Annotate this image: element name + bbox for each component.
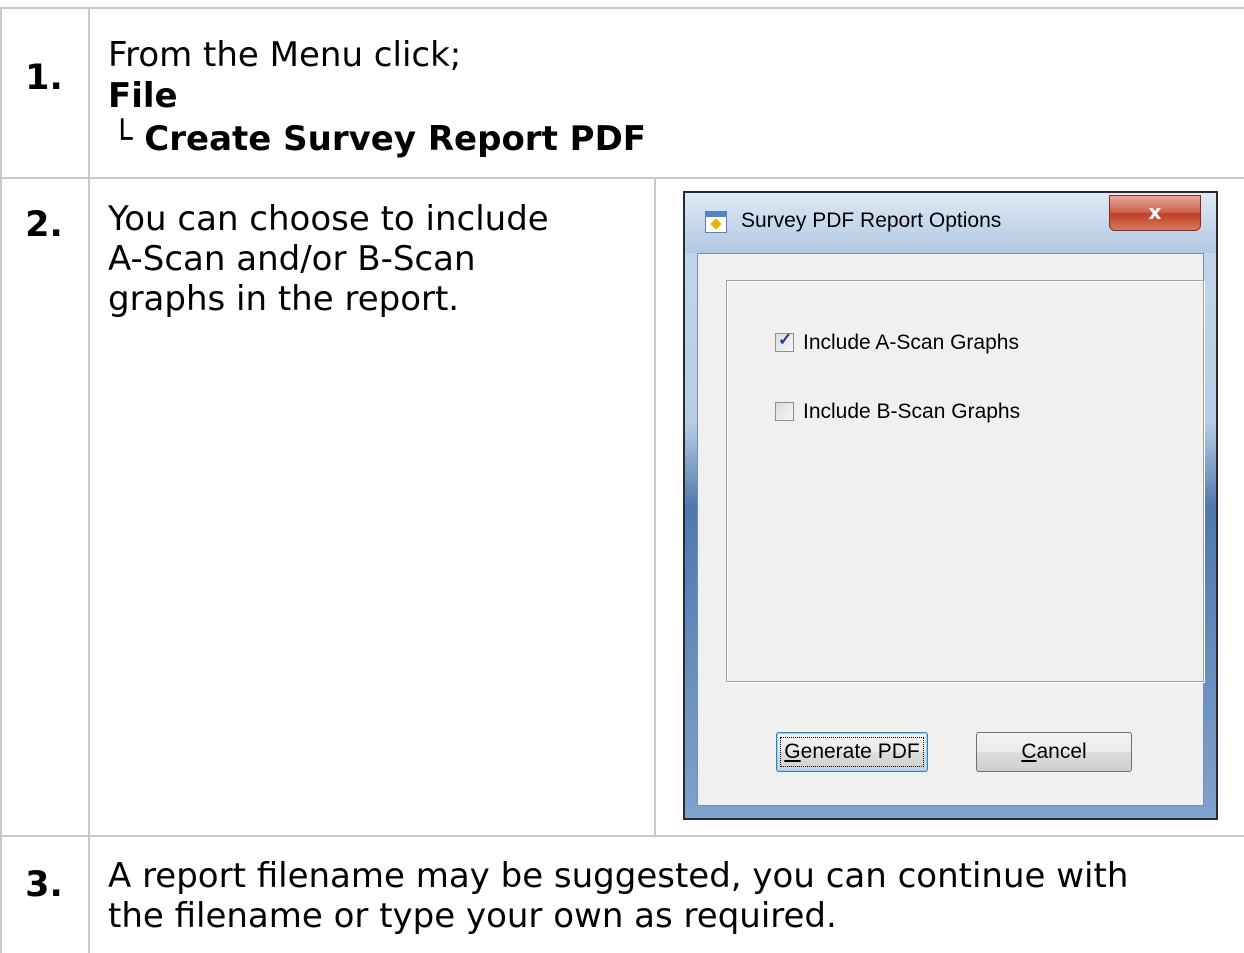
number-column-divider [88,7,90,953]
app-icon [705,211,727,233]
generate-pdf-button[interactable]: Generate PDF [776,732,928,772]
include-a-scan-label: Include A-Scan Graphs [803,331,1019,354]
step-2-number: 2. [25,205,63,245]
survey-pdf-options-dialog: Survey PDF Report Options x ✓ Include A-S… [683,191,1218,820]
include-b-scan-checkbox[interactable] [775,402,794,421]
generate-label: enerate PDF [800,740,920,763]
include-a-scan-option[interactable]: ✓ Include A-Scan Graphs [775,330,1019,355]
dialog-client-area: ✓ Include A-Scan Graphs Include B-Scan Gr… [697,253,1204,806]
row-divider-1 [0,177,1244,179]
cancel-button[interactable]: Cancel [976,732,1132,772]
step-3-number: 3. [25,865,63,905]
step-2-line-2: A-Scan and/or B-Scan [108,239,476,279]
row-divider-2 [0,835,1244,837]
table-border-top [0,7,1244,9]
frame-right [1204,253,1216,818]
step-1-number: 1. [25,58,63,98]
step-2-line-3: graphs in the report. [108,279,460,319]
dialog-title: Survey PDF Report Options [741,209,1002,232]
checkmark-icon: ✓ [778,330,793,349]
close-button[interactable]: x [1109,195,1201,231]
include-b-scan-label: Include B-Scan Graphs [803,400,1021,423]
include-a-scan-checkbox[interactable]: ✓ [775,330,794,352]
include-b-scan-option[interactable]: Include B-Scan Graphs [775,400,1020,424]
table-border-left [0,7,2,953]
step-1-text: From the Menu click; [108,35,462,75]
dialog-frame: Survey PDF Report Options x ✓ Include A-S… [685,193,1216,818]
step-2-line-1: You can choose to include [108,199,549,239]
step-3-line-2: the filename or type your own as require… [108,896,837,936]
options-group-box: ✓ Include A-Scan Graphs Include B-Scan Gr… [726,280,1204,682]
cancel-mnemonic: C [1021,740,1037,763]
cancel-label: ancel [1036,740,1087,763]
menu-file: File [108,76,178,116]
image-column-divider [654,177,656,836]
generate-mnemonic: G [784,740,801,763]
dialog-titlebar[interactable]: Survey PDF Report Options x [685,193,1216,253]
frame-left [685,253,697,818]
step-3-line-1: A report filename may be suggested, you … [108,856,1129,896]
frame-bottom [685,806,1216,818]
menu-create-survey-report-pdf: └ Create Survey Report PDF [112,119,647,159]
